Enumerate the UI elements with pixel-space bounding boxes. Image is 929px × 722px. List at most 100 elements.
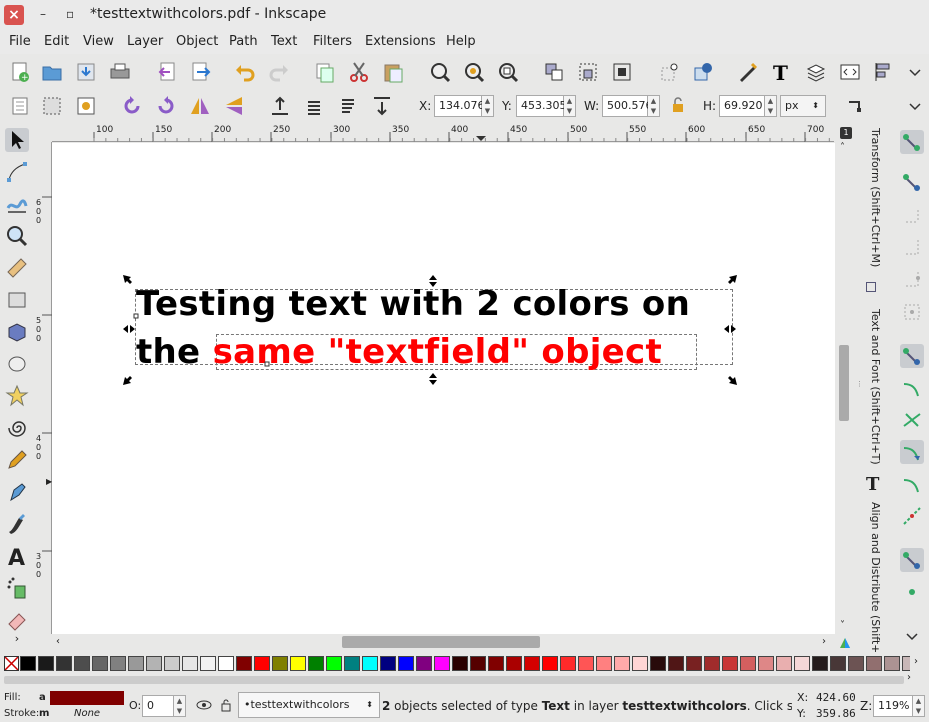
measure-tool-icon[interactable] xyxy=(5,256,29,280)
width-spinner[interactable]: ▲ ▼ xyxy=(648,95,660,117)
export-icon[interactable] xyxy=(189,60,213,84)
duplicate-icon[interactable] xyxy=(313,60,337,84)
pen-tool-icon[interactable] xyxy=(5,480,29,504)
flip-horizontal-icon[interactable] xyxy=(188,94,212,118)
palette-swatch[interactable] xyxy=(164,656,180,671)
palette-swatch[interactable] xyxy=(218,656,234,671)
snap-midpoints-icon[interactable] xyxy=(900,504,924,528)
redo-icon[interactable] xyxy=(267,60,291,84)
palette-swatch[interactable] xyxy=(182,656,198,671)
palette-swatch[interactable] xyxy=(92,656,108,671)
scale-handles[interactable] xyxy=(122,274,752,386)
calligraphy-tool-icon[interactable] xyxy=(5,512,29,536)
spiral-tool-icon[interactable] xyxy=(5,416,29,440)
chevron-down-icon[interactable] xyxy=(903,60,927,84)
palette-swatch[interactable] xyxy=(596,656,612,671)
palette-swatch[interactable] xyxy=(434,656,450,671)
palette-swatch[interactable] xyxy=(866,656,882,671)
opacity-spinner[interactable]: ▲ ▼ xyxy=(174,695,186,717)
palette-swatch[interactable] xyxy=(686,656,702,671)
snap-bbox-midpoint-icon[interactable] xyxy=(900,268,924,292)
palette-swatch[interactable] xyxy=(542,656,558,671)
xml-editor-icon[interactable] xyxy=(838,60,862,84)
palette-swatch[interactable] xyxy=(884,656,900,671)
snap-center-icon[interactable] xyxy=(900,580,924,604)
x-spinner[interactable]: ▲ ▼ xyxy=(482,95,494,117)
palette-swatch[interactable] xyxy=(344,656,360,671)
palette-swatch[interactable] xyxy=(200,656,216,671)
palette-swatch[interactable] xyxy=(848,656,864,671)
zoom-page-icon[interactable] xyxy=(496,60,520,84)
open-icon[interactable] xyxy=(40,60,64,84)
height-input[interactable]: 69.920 xyxy=(719,95,765,117)
snap-path-intersection-icon[interactable] xyxy=(900,408,924,432)
menu-layer[interactable]: Layer xyxy=(127,34,163,49)
transform-dock-tab[interactable]: Transform (Shift+Ctrl+M) xyxy=(864,128,882,303)
raise-to-top-icon[interactable] xyxy=(268,94,292,118)
rotate-cw-icon[interactable] xyxy=(154,94,178,118)
menu-object[interactable]: Object xyxy=(176,34,218,49)
y-input[interactable]: 453.305 xyxy=(516,95,567,117)
layer-dropdown[interactable]: •testtextwithcolors ⬍ xyxy=(238,692,380,718)
x-input[interactable]: 134.076 xyxy=(434,95,485,117)
toolbox-more-icon[interactable]: › xyxy=(5,632,29,648)
palette-swatch[interactable] xyxy=(902,656,910,671)
visibility-eye-icon[interactable] xyxy=(196,697,212,713)
align-dock-tab[interactable]: Align and Distribute (Shift+Ctrl+A) xyxy=(864,502,882,652)
menu-filters[interactable]: Filters xyxy=(313,34,352,49)
zoom-drawing-icon[interactable] xyxy=(462,60,486,84)
flip-vertical-icon[interactable] xyxy=(222,94,246,118)
palette-swatch[interactable] xyxy=(524,656,540,671)
palette-scrollbar[interactable]: › xyxy=(0,672,929,688)
palette-swatch[interactable] xyxy=(398,656,414,671)
node-tool-icon[interactable] xyxy=(5,160,29,184)
transform-options-icon[interactable] xyxy=(843,94,867,118)
palette-swatch[interactable] xyxy=(452,656,468,671)
zoom-spinner[interactable]: ▲ ▼ xyxy=(913,695,925,717)
palette-swatch[interactable] xyxy=(110,656,126,671)
zoom-selection-icon[interactable] xyxy=(428,60,452,84)
unit-select[interactable]: px ⬍ xyxy=(780,95,826,117)
menu-help[interactable]: Help xyxy=(446,34,476,49)
y-spinner[interactable]: ▲ ▼ xyxy=(564,95,576,117)
palette-swatch[interactable] xyxy=(650,656,666,671)
group-icon[interactable] xyxy=(542,60,566,84)
palette-swatch[interactable] xyxy=(506,656,522,671)
scroll-down-icon[interactable]: ˅ xyxy=(840,620,845,631)
snap-enable-icon[interactable] xyxy=(900,130,924,154)
text-tool-icon[interactable]: A xyxy=(5,544,29,571)
scroll-left-icon[interactable]: ‹ xyxy=(56,636,60,647)
palette-swatch[interactable] xyxy=(416,656,432,671)
fill-stroke-icon[interactable] xyxy=(736,60,760,84)
eraser-tool-icon[interactable] xyxy=(5,608,29,632)
chevron-down-icon[interactable] xyxy=(903,94,927,118)
snap-bbox-corner-icon[interactable] xyxy=(900,236,924,260)
minimize-button[interactable]: – xyxy=(40,7,46,21)
snap-bbox-edge-icon[interactable] xyxy=(900,204,924,228)
height-spinner[interactable]: ▲ ▼ xyxy=(765,95,777,117)
palette-swatch[interactable] xyxy=(290,656,306,671)
palette-swatch[interactable] xyxy=(668,656,684,671)
clone-icon[interactable] xyxy=(610,60,634,84)
palette-swatch[interactable] xyxy=(614,656,630,671)
menu-file[interactable]: File xyxy=(9,34,31,49)
snap-cusp-nodes-icon[interactable] xyxy=(900,440,924,464)
palette-swatch[interactable] xyxy=(20,656,36,671)
scroll-right-icon[interactable]: › xyxy=(822,636,826,647)
clip-icon[interactable] xyxy=(691,60,715,84)
palette-swatch[interactable] xyxy=(146,656,162,671)
palette-swatch[interactable] xyxy=(362,656,378,671)
snap-others-icon[interactable] xyxy=(900,548,924,572)
palette-swatch[interactable] xyxy=(740,656,756,671)
no-paint-swatch[interactable] xyxy=(4,656,19,671)
print-icon[interactable] xyxy=(108,60,132,84)
spray-tool-icon[interactable] xyxy=(5,576,29,600)
text-font-dock-tab[interactable]: Text and Font (Shift+Ctrl+T) xyxy=(864,309,882,479)
deselect-icon[interactable] xyxy=(74,94,98,118)
palette-scroll-thumb[interactable] xyxy=(4,676,904,684)
layer-lock-icon[interactable] xyxy=(218,697,234,713)
palette-swatch[interactable] xyxy=(236,656,252,671)
palette-swatch[interactable] xyxy=(758,656,774,671)
snap-paths-icon[interactable] xyxy=(900,376,924,400)
tweak-tool-icon[interactable] xyxy=(5,192,29,216)
